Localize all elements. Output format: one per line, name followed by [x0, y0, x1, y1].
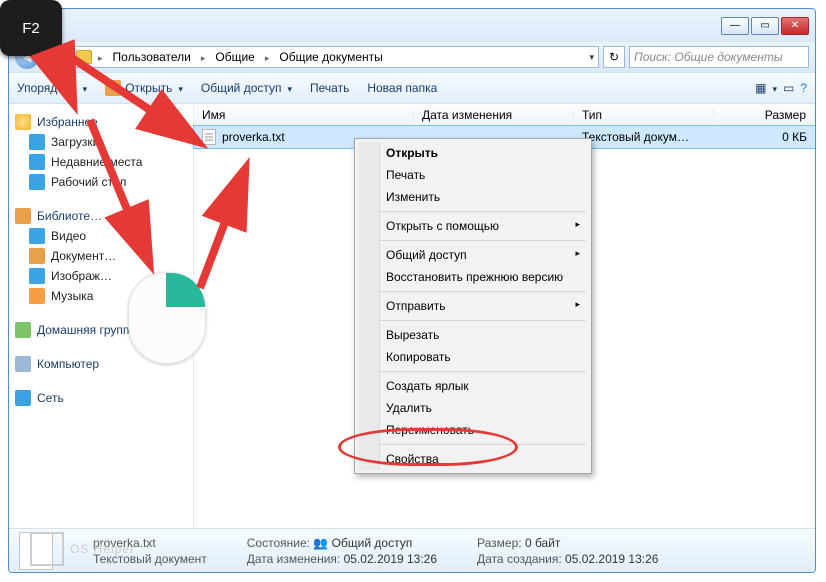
sidebar-recent[interactable]: Недавние места	[15, 152, 187, 172]
organize-button[interactable]: Упорядочи	[17, 81, 87, 95]
ctx-copy[interactable]: Копировать	[358, 346, 588, 368]
titlebar: — ▭ ✕	[9, 9, 815, 42]
ctx-delete[interactable]: Удалить	[358, 397, 588, 419]
ctx-properties[interactable]: Свойства	[358, 448, 588, 470]
ctx-print[interactable]: Печать	[358, 164, 588, 186]
crumb-2[interactable]: Общие	[211, 50, 258, 64]
search-input[interactable]: Поиск: Общие документы	[629, 46, 809, 68]
maximize-button[interactable]: ▭	[751, 17, 779, 35]
mouse-right-click-annotation	[128, 272, 206, 364]
folder-icon	[76, 50, 92, 64]
toolbar: Упорядочи Открыть Общий доступ Печать Но…	[9, 72, 815, 104]
file-name: proverka.txt	[222, 130, 285, 144]
music-icon	[29, 288, 45, 304]
sidebar-downloads[interactable]: Загрузки	[15, 132, 187, 152]
library-icon	[15, 208, 31, 224]
sidebar-desktop[interactable]: Рабочий стол	[15, 172, 187, 192]
crumb-3[interactable]: Общие документы	[275, 50, 386, 64]
ctx-rename[interactable]: Переименовать	[358, 419, 588, 441]
minimize-button[interactable]: —	[721, 17, 749, 35]
homegroup-icon	[15, 322, 31, 338]
file-size: 0 КБ	[714, 130, 815, 144]
ctx-edit[interactable]: Изменить	[358, 186, 588, 208]
sidebar-documents[interactable]: Документ…	[15, 246, 187, 266]
file-type: Текстовый докум…	[574, 130, 714, 144]
col-date[interactable]: Дата изменения	[414, 108, 574, 122]
ctx-restore[interactable]: Восстановить прежнюю версию	[358, 266, 588, 288]
share-button[interactable]: Общий доступ	[201, 81, 292, 95]
text-file-icon	[202, 129, 216, 145]
view-button[interactable]: ▦	[755, 81, 777, 95]
ctx-open[interactable]: Открыть	[358, 142, 588, 164]
new-folder-button[interactable]: Новая папка	[367, 81, 437, 95]
image-icon	[29, 268, 45, 284]
help-button[interactable]: ?	[800, 81, 807, 95]
document-icon	[29, 248, 45, 264]
crumb-1[interactable]: Пользователи	[109, 50, 195, 64]
refresh-button[interactable]: ↻	[603, 46, 625, 68]
ctx-send-to[interactable]: Отправить	[358, 295, 588, 317]
col-size[interactable]: Размер	[714, 108, 815, 122]
address-bar[interactable]: Пользователи Общие Общие документы ▾	[71, 46, 599, 68]
crumb-sep-icon	[199, 50, 208, 64]
search-placeholder: Поиск: Общие документы	[634, 50, 783, 64]
column-headers: Имя Дата изменения Тип Размер	[194, 104, 815, 126]
f2-key-annotation: F2	[0, 0, 62, 56]
ctx-share[interactable]: Общий доступ	[358, 244, 588, 266]
context-menu: Открыть Печать Изменить Открыть с помощь…	[354, 138, 592, 474]
ctx-shortcut[interactable]: Создать ярлык	[358, 375, 588, 397]
star-icon	[15, 114, 31, 130]
sidebar-video[interactable]: Видео	[15, 226, 187, 246]
watermark-icon	[30, 532, 64, 566]
open-button[interactable]: Открыть	[105, 80, 183, 96]
computer-icon	[15, 356, 31, 372]
nav-row: ◄ ► Пользователи Общие Общие документы ▾…	[9, 42, 815, 72]
desktop-icon	[29, 174, 45, 190]
sidebar-libraries[interactable]: Библиоте…	[15, 206, 187, 226]
col-type[interactable]: Тип	[574, 108, 714, 122]
network-icon	[15, 390, 31, 406]
crumb-sep-icon	[96, 50, 105, 64]
sidebar-favorites[interactable]: Избранное	[15, 112, 187, 132]
address-dropdown-icon[interactable]: ▾	[589, 52, 594, 63]
video-icon	[29, 228, 45, 244]
ctx-cut[interactable]: Вырезать	[358, 324, 588, 346]
col-name[interactable]: Имя	[194, 108, 414, 122]
print-button[interactable]: Печать	[310, 81, 349, 95]
preview-button[interactable]: ▭	[783, 81, 794, 95]
download-icon	[29, 134, 45, 150]
crumb-sep-icon	[263, 50, 272, 64]
recent-icon	[29, 154, 45, 170]
sidebar-network[interactable]: Сеть	[15, 388, 187, 408]
ctx-open-with[interactable]: Открыть с помощью	[358, 215, 588, 237]
open-icon	[105, 80, 121, 96]
watermark: OS Helper	[30, 532, 135, 566]
close-button[interactable]: ✕	[781, 17, 809, 35]
